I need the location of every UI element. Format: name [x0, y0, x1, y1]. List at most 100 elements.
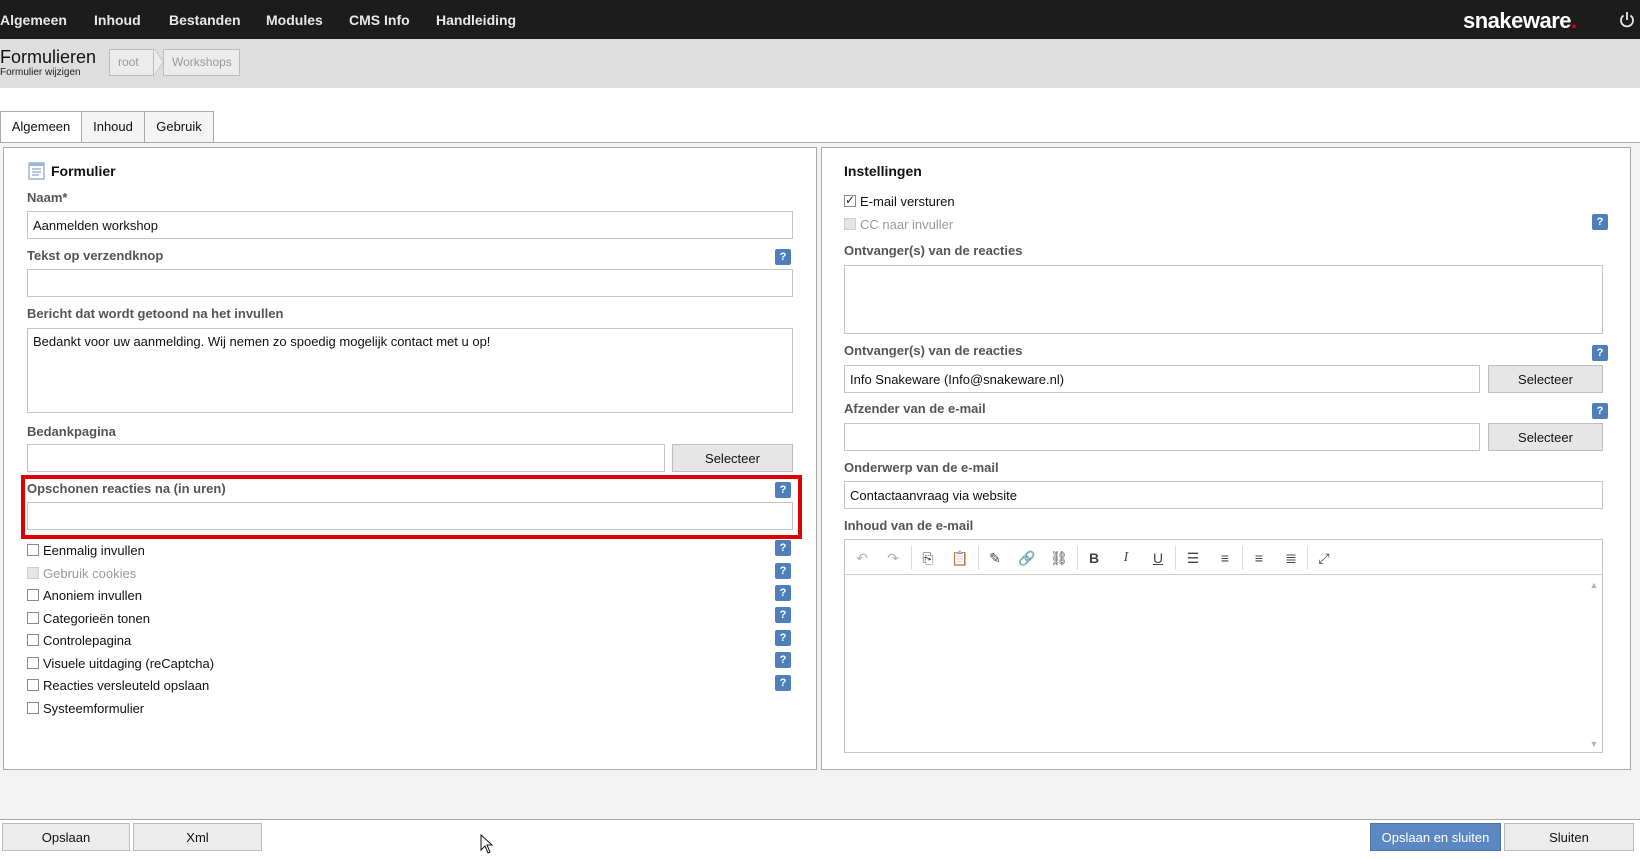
help-icon[interactable]: ?: [775, 652, 791, 668]
top-navigation: Algemeen Inhoud Bestanden Modules CMS In…: [0, 0, 1640, 39]
help-icon[interactable]: ?: [1592, 345, 1608, 361]
italic-icon[interactable]: I: [1115, 548, 1137, 568]
nav-item-handleiding[interactable]: Handleiding: [436, 12, 516, 28]
subject-label: Onderwerp van de e-mail: [844, 460, 999, 475]
checkbox-label: Anoniem invullen: [43, 588, 143, 603]
unlink-icon[interactable]: ⛓: [1048, 548, 1070, 568]
help-icon[interactable]: ?: [1592, 403, 1608, 419]
name-label: Naam*: [27, 190, 68, 205]
settings-section-title: Instellingen: [844, 163, 922, 179]
redo-icon[interactable]: ↷: [882, 548, 904, 568]
sender-input[interactable]: [844, 423, 1480, 451]
recipients-textarea[interactable]: [844, 265, 1603, 334]
submit-text-label: Tekst op verzendknop: [27, 248, 164, 263]
nav-item-modules[interactable]: Modules: [266, 12, 323, 28]
checkbox-recaptcha[interactable]: Visuele uitdaging (reCaptcha): [27, 656, 214, 674]
help-icon[interactable]: ?: [775, 540, 791, 556]
checkbox-email-versturen[interactable]: E-mail versturen: [844, 193, 955, 212]
help-icon[interactable]: ?: [775, 249, 791, 265]
checkbox[interactable]: [27, 589, 39, 601]
form-section-title: Formulier: [51, 163, 116, 179]
checkbox-label: Categorieën tonen: [43, 611, 150, 626]
help-icon[interactable]: ?: [775, 607, 791, 623]
checkbox[interactable]: [27, 634, 39, 646]
undo-icon[interactable]: ↶: [851, 548, 873, 568]
checkbox-anoniem-invullen[interactable]: Anoniem invullen: [27, 588, 142, 606]
align-left-icon[interactable]: ≡: [1248, 548, 1270, 568]
help-icon[interactable]: ?: [775, 630, 791, 646]
link-icon[interactable]: 🔗: [1016, 548, 1038, 568]
checkbox[interactable]: [844, 193, 856, 207]
checkbox[interactable]: [27, 544, 39, 556]
nav-item-cms-info[interactable]: CMS Info: [349, 12, 410, 28]
breadcrumb-separator-inner: [154, 49, 163, 75]
mouse-cursor-icon: [480, 833, 494, 854]
power-icon[interactable]: [1617, 10, 1637, 30]
nav-item-algemeen[interactable]: Algemeen: [0, 12, 67, 28]
tab-algemeen[interactable]: Algemeen: [0, 111, 82, 144]
nav-item-bestanden[interactable]: Bestanden: [169, 12, 241, 28]
checkbox-controlepagina[interactable]: Controlepagina: [27, 633, 131, 651]
bold-icon[interactable]: B: [1083, 548, 1105, 568]
save-and-close-button[interactable]: Opslaan en sluiten: [1370, 823, 1501, 851]
help-icon[interactable]: ?: [775, 585, 791, 601]
checkbox-categorieen-tonen[interactable]: Categorieën tonen: [27, 611, 150, 629]
submit-text-input[interactable]: [27, 269, 793, 297]
form-icon: [28, 162, 45, 180]
copy-icon[interactable]: ⎘: [917, 548, 939, 568]
message-textarea[interactable]: Bedankt voor uw aanmelding. Wij nemen zo…: [27, 328, 793, 413]
checkbox: [844, 218, 856, 230]
recipients-select-button[interactable]: Selecteer: [1488, 365, 1603, 393]
save-button[interactable]: Opslaan: [2, 823, 130, 851]
logo-dot: .: [1571, 8, 1577, 33]
paste-icon[interactable]: 📋: [949, 548, 971, 568]
subject-input[interactable]: [844, 481, 1603, 509]
recipients-select-input[interactable]: [844, 365, 1480, 393]
message-label: Bericht dat wordt getoond na het invulle…: [27, 306, 284, 321]
toolbar-separator: [1077, 546, 1078, 570]
checkbox-cc-invuller: CC naar invuller: [844, 217, 953, 235]
logo-text: snakeware: [1463, 8, 1572, 33]
email-content-editor[interactable]: ↶ ↷ ⎘ 📋 ✎ 🔗 ⛓ B I U ☰ ≡ ≡ ≣ ⤢ ▲ ▼: [844, 539, 1603, 753]
toolbar-separator: [1175, 546, 1176, 570]
highlight-box: [21, 475, 802, 539]
scroll-down-icon[interactable]: ▼: [1589, 739, 1599, 749]
checkbox[interactable]: [27, 657, 39, 669]
name-input[interactable]: [27, 211, 793, 239]
toolbar-separator: [978, 546, 979, 570]
help-icon[interactable]: ?: [775, 563, 791, 579]
recipients-label: Ontvanger(s) van de reacties: [844, 243, 1023, 258]
close-button[interactable]: Sluiten: [1504, 823, 1634, 851]
checkbox-label: Controlepagina: [43, 633, 132, 648]
checkbox-label: Reacties versleuteld opslaan: [43, 678, 210, 693]
snakeware-logo: snakeware.: [1463, 8, 1577, 34]
breadcrumb-root[interactable]: root: [109, 49, 154, 76]
checkbox[interactable]: [27, 612, 39, 624]
recipients-select-label: Ontvanger(s) van de reacties: [844, 343, 1023, 358]
page-title: Formulieren: [0, 47, 97, 67]
checkbox-versleuteld-opslaan[interactable]: Reacties versleuteld opslaan: [27, 678, 209, 696]
sender-select-button[interactable]: Selecteer: [1488, 423, 1603, 451]
help-icon[interactable]: ?: [775, 675, 791, 691]
tab-inhoud[interactable]: Inhoud: [81, 111, 145, 143]
breadcrumb-workshops[interactable]: Workshops: [163, 49, 240, 76]
fullscreen-icon[interactable]: ⤢: [1313, 548, 1335, 568]
help-icon[interactable]: ?: [1592, 214, 1608, 230]
edit-source-icon[interactable]: ✎: [984, 548, 1006, 568]
checkbox[interactable]: [27, 679, 39, 691]
thanks-page-input[interactable]: [27, 444, 665, 472]
checkbox-eenmalig-invullen[interactable]: Eenmalig invullen: [27, 543, 145, 561]
nav-item-inhoud[interactable]: Inhoud: [94, 12, 141, 28]
scroll-up-icon[interactable]: ▲: [1589, 580, 1599, 590]
underline-icon[interactable]: U: [1147, 548, 1169, 568]
thanks-page-select-button[interactable]: Selecteer: [672, 444, 793, 472]
checkbox[interactable]: [27, 702, 39, 714]
checkbox-systeemformulier[interactable]: Systeemformulier: [27, 701, 144, 719]
tab-gebruik[interactable]: Gebruik: [144, 111, 214, 143]
xml-button[interactable]: Xml: [133, 823, 262, 851]
align-center-icon[interactable]: ≣: [1280, 548, 1302, 568]
checkbox-label: CC naar invuller: [860, 217, 954, 232]
checkbox-label: Gebruik cookies: [43, 566, 137, 581]
numbered-list-icon[interactable]: ≡: [1214, 548, 1236, 568]
bulleted-list-icon[interactable]: ☰: [1182, 548, 1204, 568]
